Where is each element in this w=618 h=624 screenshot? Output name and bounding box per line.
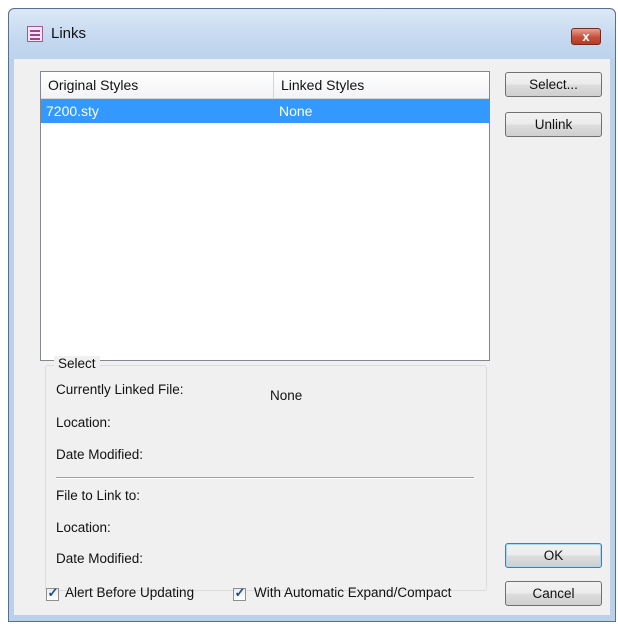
close-button[interactable]: x (571, 28, 601, 45)
date-modified-label: Date Modified: (56, 447, 144, 462)
links-list[interactable]: Original Styles Linked Styles 7200.sty N… (40, 71, 490, 361)
list-row-selected[interactable]: 7200.sty None (41, 99, 489, 123)
alert-before-updating-label[interactable]: Alert Before Updating (65, 585, 194, 600)
cell-original-style: 7200.sty (46, 103, 99, 119)
checkmark-icon: ✓ (47, 585, 59, 600)
column-header-linked-styles[interactable]: Linked Styles (274, 72, 489, 98)
location-label-2: Location: (56, 520, 111, 535)
cancel-button[interactable]: Cancel (505, 581, 602, 606)
list-header: Original Styles Linked Styles (41, 72, 489, 99)
automatic-expand-compact-label[interactable]: With Automatic Expand/Compact (254, 585, 451, 600)
file-to-link-to-label: File to Link to: (56, 488, 141, 503)
automatic-expand-compact-checkbox[interactable]: ✓ (233, 585, 246, 601)
group-separator (56, 477, 474, 479)
close-icon: x (582, 29, 590, 44)
select-button[interactable]: Select... (505, 72, 602, 97)
window-title: Links (51, 25, 87, 42)
location-label: Location: (56, 415, 111, 430)
dialog-window: Links x Original Styles Linked Styles 72… (8, 8, 616, 622)
cell-linked-style: None (279, 103, 313, 119)
date-modified-label-2: Date Modified: (56, 551, 144, 566)
column-header-original-styles[interactable]: Original Styles (41, 72, 274, 98)
select-group-title: Select (54, 356, 100, 371)
dialog-client: Original Styles Linked Styles 7200.sty N… (14, 59, 610, 615)
currently-linked-file-value: None (270, 388, 303, 403)
checkmark-icon: ✓ (234, 585, 246, 600)
currently-linked-file-label: Currently Linked File: (56, 382, 184, 397)
app-icon (27, 26, 43, 42)
alert-before-updating-checkbox[interactable]: ✓ (46, 585, 59, 601)
unlink-button[interactable]: Unlink (505, 112, 602, 137)
title-bar[interactable]: Links x (9, 9, 615, 59)
ok-button[interactable]: OK (505, 543, 602, 568)
